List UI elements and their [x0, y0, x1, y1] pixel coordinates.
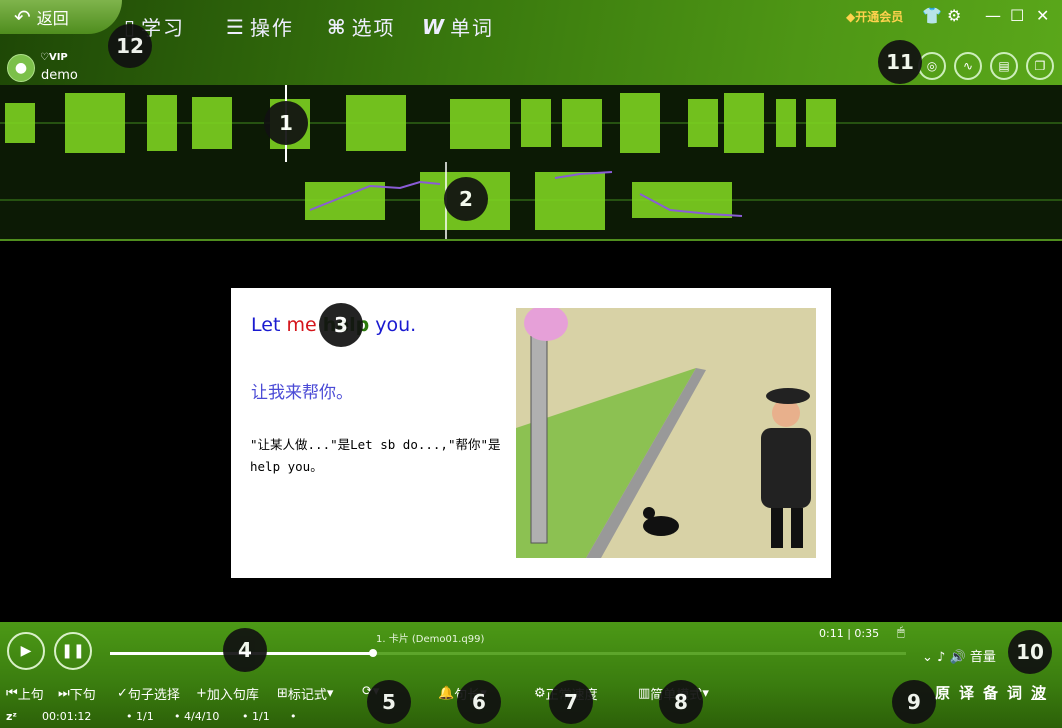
- card-icon[interactable]: ▤: [990, 52, 1018, 80]
- member-label: 开通会员: [855, 10, 904, 24]
- chevron-down-icon: ⌄: [922, 650, 933, 665]
- status-1-value: 1/1: [136, 710, 154, 723]
- volume-label: 音量: [969, 650, 996, 665]
- volume-control[interactable]: ⌄ ♪ 🔊 音量: [922, 646, 996, 665]
- recording-waveform-graphic: [0, 162, 1062, 239]
- mode-notes[interactable]: 备: [983, 682, 998, 703]
- mark-mode-button[interactable]: ⊞ 标记式 ▾: [277, 684, 333, 703]
- mode-words[interactable]: 词: [1007, 682, 1022, 703]
- menu-options[interactable]: ⌘ 选项: [327, 12, 396, 41]
- pause-button[interactable]: ❚❚: [54, 632, 92, 670]
- mode-original[interactable]: 原: [935, 682, 950, 703]
- play-icon: ▶: [20, 643, 32, 659]
- original-waveform[interactable]: [0, 85, 1062, 163]
- avatar[interactable]: ●: [7, 54, 35, 82]
- play-button[interactable]: ▶: [7, 632, 45, 670]
- grammar-note: "让某人做..."是Let sb do...,"帮你"是 help you。: [250, 434, 510, 478]
- marker-10: 10: [1008, 630, 1052, 674]
- progress-knob[interactable]: [368, 649, 377, 657]
- sentence-select-button[interactable]: ✓ 句子选择: [117, 684, 180, 703]
- maximize-icon[interactable]: ☐: [1010, 6, 1024, 25]
- mark-mode-label: 标记式: [287, 688, 327, 703]
- marker-6: 6: [457, 680, 501, 724]
- add-to-bank-label: 加入句库: [206, 688, 259, 703]
- menu-operate-label: 操作: [249, 16, 294, 40]
- status-2-value: 4/4/10: [184, 710, 220, 723]
- menu-words-label: 单词: [450, 16, 495, 40]
- status-3: • 1/1: [242, 710, 270, 723]
- record-icon[interactable]: ◎: [918, 52, 946, 80]
- marker-11: 11: [878, 40, 922, 84]
- word-icon: W: [422, 14, 447, 39]
- pause-icon: ❚❚: [61, 643, 85, 659]
- menu-icon: ☰: [226, 14, 246, 39]
- member-link[interactable]: ◆开通会员: [846, 8, 903, 25]
- window-icon[interactable]: ❐: [1026, 52, 1054, 80]
- username: demo: [41, 68, 78, 83]
- marker-7: 7: [549, 680, 593, 724]
- marker-1: 1: [264, 101, 308, 145]
- menu-words[interactable]: W 单词: [422, 12, 494, 41]
- word-let[interactable]: Let: [251, 314, 280, 336]
- back-label: 返回: [36, 9, 69, 28]
- marker-5: 5: [367, 680, 411, 724]
- status-1: • 1/1: [126, 710, 154, 723]
- chinese-translation: 让我来帮你。: [251, 383, 353, 403]
- menu-options-label: 选项: [351, 16, 396, 40]
- prev-button[interactable]: ⏮ 上句: [6, 684, 44, 703]
- status-dot: •: [290, 710, 297, 723]
- marker-8: 8: [659, 680, 703, 724]
- marker-2: 2: [444, 177, 488, 221]
- back-button[interactable]: ↶ 返回: [0, 0, 122, 34]
- gear-icon[interactable]: ⚙: [947, 6, 961, 25]
- word-me[interactable]: me: [286, 314, 316, 336]
- add-to-bank-button[interactable]: + 加入句库: [196, 684, 259, 703]
- marker-12: 12: [108, 24, 152, 68]
- note-line-2: help you。: [250, 459, 323, 474]
- note-icon: ♪: [937, 650, 946, 665]
- menu-operate[interactable]: ☰ 操作: [226, 12, 294, 41]
- marker-9: 9: [892, 680, 936, 724]
- skin-icon[interactable]: 👕: [922, 6, 942, 25]
- cartoon-illustration: [516, 308, 816, 558]
- mode-wave[interactable]: 波: [1031, 682, 1046, 703]
- options-icon: ⌘: [327, 14, 348, 39]
- sleep-icon[interactable]: zᶻ: [6, 710, 17, 723]
- wave-icon[interactable]: ∿: [954, 52, 982, 80]
- original-waveform-graphic: [0, 85, 1062, 162]
- next-button[interactable]: ⏭ 下句: [58, 684, 96, 703]
- close-icon[interactable]: ✕: [1036, 6, 1049, 25]
- mode-translation[interactable]: 译: [959, 682, 974, 703]
- vip-badge: ♡VIP: [40, 52, 68, 63]
- sentence-select-label: 句子选择: [127, 688, 180, 703]
- view-mode-buttons: 原 译 备 词 波: [935, 682, 1046, 703]
- track-title: 1. 卡片 (Demo01.q99): [376, 634, 485, 645]
- elapsed-time: 00:01:12: [42, 710, 92, 723]
- prev-label: 上句: [17, 688, 44, 703]
- back-arrow-icon: ↶: [14, 5, 31, 29]
- minimize-icon[interactable]: —: [985, 6, 1001, 25]
- time-readout: 0:11 | 0:35: [819, 627, 880, 640]
- recording-waveform[interactable]: [0, 162, 1062, 241]
- speaker-icon: 🔊: [949, 650, 966, 665]
- tool-buttons: ◎ ∿ ▤ ❐: [918, 52, 1054, 80]
- marker-3: 3: [319, 303, 363, 347]
- status-3-value: 1/1: [252, 710, 270, 723]
- note-line-1: "让某人做..."是Let sb do...,"帮你"是: [250, 437, 501, 452]
- vip-label: VIP: [48, 52, 68, 63]
- mouse-icon[interactable]: 🖱: [897, 625, 905, 640]
- marker-4: 4: [223, 628, 267, 672]
- status-2: • 4/4/10: [174, 710, 220, 723]
- word-you[interactable]: you.: [375, 314, 416, 336]
- next-label: 下句: [69, 688, 96, 703]
